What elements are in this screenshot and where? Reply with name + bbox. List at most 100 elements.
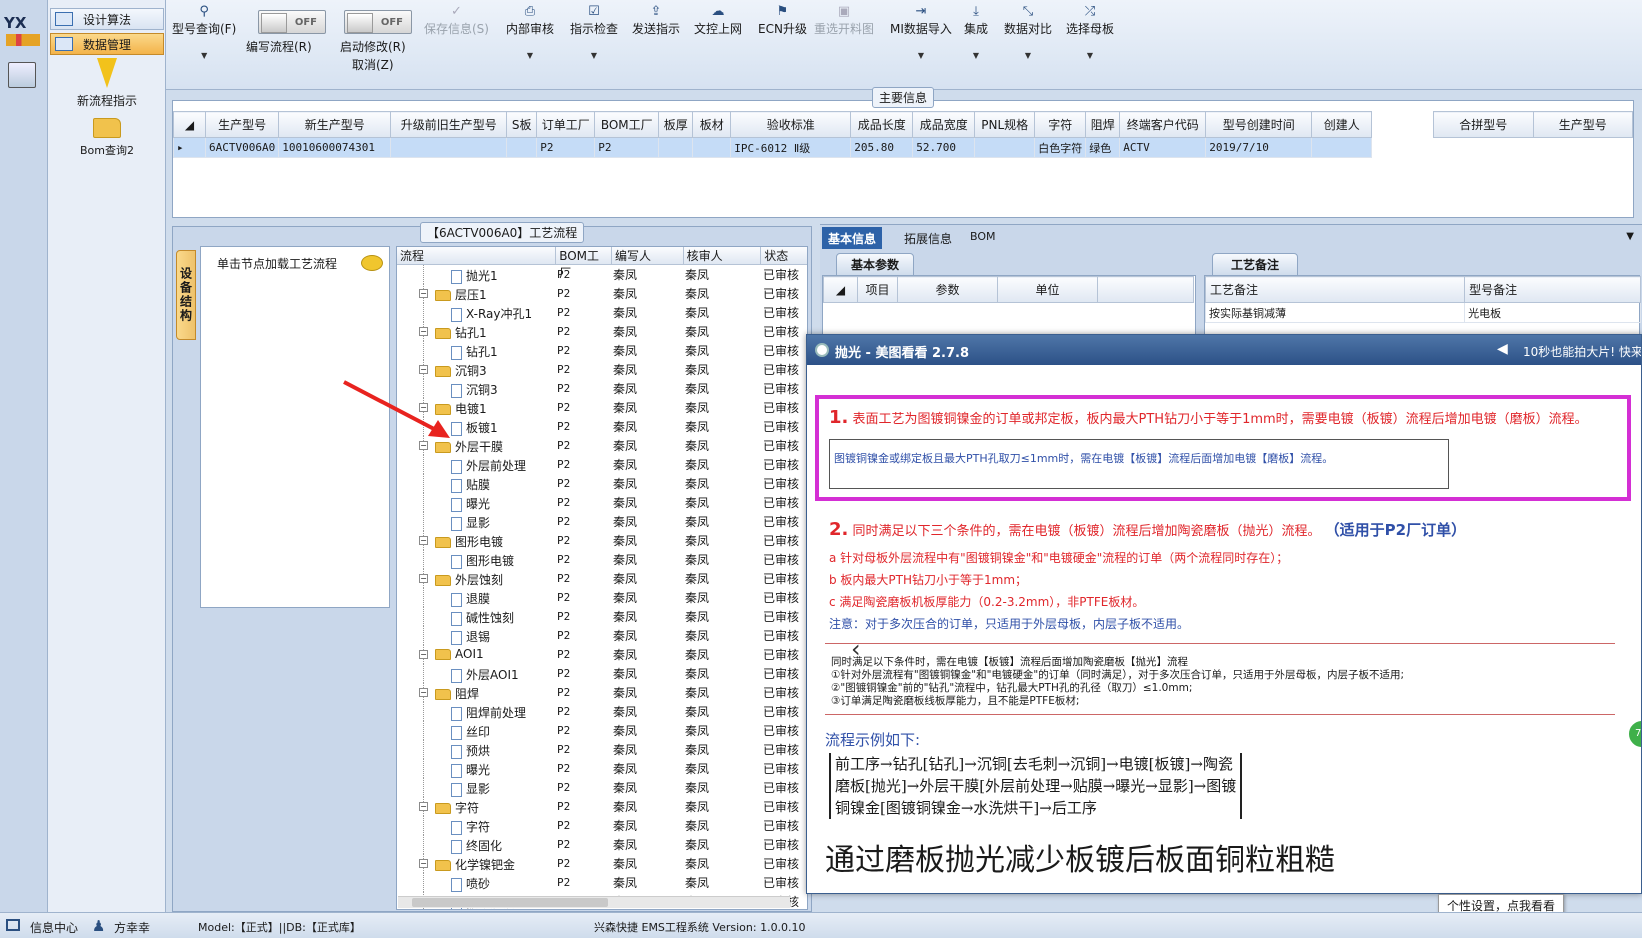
new-flow-instruction-tool[interactable]: 新流程指示: [52, 58, 162, 109]
tree-row[interactable]: 退锡 P2 秦凤 秦凤 已审核: [397, 626, 807, 645]
tree-row[interactable]: 终固化 P2 秦凤 秦凤 已审核: [397, 835, 807, 854]
reselect-layout-button[interactable]: ▣ 重选开料图: [814, 4, 874, 37]
col-header[interactable]: 生产型号: [204, 111, 280, 138]
tree-row[interactable]: 字符 P2 秦凤 秦凤 已审核: [397, 816, 807, 835]
mi-import-button[interactable]: ⇥ MI数据导入 ▼: [890, 4, 952, 60]
table-cell[interactable]: 白色字符: [1034, 137, 1087, 158]
calculator-icon[interactable]: [8, 62, 36, 88]
tree-row[interactable]: 显影 P2 秦凤 秦凤 已审核: [397, 512, 807, 531]
data-compare-button[interactable]: ⤡ 数据对比 ▼: [1004, 4, 1052, 60]
tree-row[interactable]: − 外层蚀刻 P2 秦凤 秦凤 已审核: [397, 569, 807, 588]
integrate-button[interactable]: ⤓ 集成 ▼: [964, 4, 988, 60]
col-header[interactable]: 成品宽度: [912, 111, 976, 138]
collapse-toggle[interactable]: −: [419, 289, 428, 298]
collapse-toggle[interactable]: −: [419, 802, 428, 811]
table-cell[interactable]: [506, 137, 538, 158]
col-header[interactable]: 型号创建时间: [1205, 111, 1313, 138]
load-flow-hint[interactable]: 单击节点加载工艺流程: [217, 255, 337, 272]
tree-row[interactable]: 抛光1 P2 秦凤 秦凤 已审核: [397, 265, 807, 284]
collapse-toggle[interactable]: −: [419, 536, 428, 545]
tree-row[interactable]: − 化学镍钯金 P2 秦凤 秦凤 已审核: [397, 854, 807, 873]
prev-image-button[interactable]: ‹: [851, 635, 861, 663]
tree-row[interactable]: 预烘 P2 秦凤 秦凤 已审核: [397, 740, 807, 759]
tree-row[interactable]: − 字符 P2 秦凤 秦凤 已审核: [397, 797, 807, 816]
equipment-structure-tab[interactable]: 设备结构: [176, 250, 196, 340]
viewer-ad-text[interactable]: 10秒也能拍大片! 快来: [1523, 343, 1641, 360]
tree-row[interactable]: − 阻焊 P2 秦凤 秦凤 已审核: [397, 683, 807, 702]
col-header[interactable]: 字符: [1034, 111, 1087, 138]
tree-row[interactable]: X-Ray冲孔1 P2 秦凤 秦凤 已审核: [397, 303, 807, 322]
tree-horizontal-scrollbar[interactable]: [398, 896, 790, 908]
col-header[interactable]: S板: [506, 111, 538, 138]
tree-row[interactable]: − 层压1 P2 秦凤 秦凤 已审核: [397, 284, 807, 303]
table-cell[interactable]: [974, 137, 1036, 158]
save-info-button[interactable]: ✓ 保存信息(S): [424, 4, 489, 37]
tree-row[interactable]: − 钻孔1 P2 秦凤 秦凤 已审核: [397, 322, 807, 341]
col-header[interactable]: 成品长度: [850, 111, 914, 138]
col-header[interactable]: 板厚: [658, 111, 694, 138]
model-query-button[interactable]: ⚲ 型号查询(F) ▼: [172, 4, 236, 60]
col-header[interactable]: BOM工厂: [594, 111, 660, 138]
info-center-label[interactable]: 信息中心: [30, 919, 78, 936]
table-cell[interactable]: [658, 137, 694, 158]
col-header[interactable]: 升级前旧生产型号: [390, 111, 508, 138]
col-header[interactable]: 验收标准: [730, 111, 852, 138]
table-cell[interactable]: P2: [594, 137, 660, 158]
select-mother-board-button[interactable]: ⤮ 选择母板 ▼: [1066, 4, 1114, 60]
tree-row[interactable]: 曝光 P2 秦凤 秦凤 已审核: [397, 493, 807, 512]
tree-row[interactable]: − AOI1 P2 秦凤 秦凤 已审核: [397, 645, 807, 664]
col-header[interactable]: 订单工厂: [536, 111, 596, 138]
table-cell[interactable]: [692, 137, 732, 158]
collapse-toggle[interactable]: −: [419, 859, 428, 868]
app-logo[interactable]: YX: [4, 14, 44, 50]
tree-row[interactable]: 丝印 P2 秦凤 秦凤 已审核: [397, 721, 807, 740]
col-header[interactable]: 板材: [692, 111, 732, 138]
table-cell[interactable]: 2019/7/10: [1205, 137, 1313, 158]
col-header[interactable]: 创建人: [1311, 111, 1373, 138]
table-cell[interactable]: IPC-6012 Ⅱ级: [730, 137, 852, 158]
table-cell[interactable]: 绿色: [1085, 137, 1121, 158]
internal-review-button[interactable]: ⎙ 内部审核 ▼: [506, 4, 554, 60]
tree-row[interactable]: 曝光 P2 秦凤 秦凤 已审核: [397, 759, 807, 778]
table-cell[interactable]: [390, 137, 508, 158]
table-cell[interactable]: P2: [536, 137, 596, 158]
collapse-toggle[interactable]: −: [419, 365, 428, 374]
document-upload-button[interactable]: ☁ 文控上网: [694, 4, 742, 37]
col-header[interactable]: 阻焊: [1085, 111, 1121, 138]
nav-item-design-algorithm[interactable]: 设计算法: [50, 8, 164, 30]
tree-row[interactable]: 阻焊前处理 P2 秦凤 秦凤 已审核: [397, 702, 807, 721]
table-cell[interactable]: 10010600074301: [278, 137, 392, 158]
tab-extended-info[interactable]: 拓展信息: [898, 227, 958, 249]
speaker-icon[interactable]: ◀: [1497, 341, 1508, 357]
ecn-upgrade-button[interactable]: ⚑ ECN升级: [758, 4, 807, 37]
col-header[interactable]: PNL规格: [974, 111, 1036, 138]
col-header[interactable]: 新生产型号: [278, 111, 392, 138]
table-cell[interactable]: 6ACTV006A0: [204, 137, 280, 158]
tree-row[interactable]: 退膜 P2 秦凤 秦凤 已审核: [397, 588, 807, 607]
send-instruction-button[interactable]: ⇪ 发送指示: [632, 4, 680, 37]
collapse-toggle[interactable]: −: [419, 650, 428, 659]
tab-bom[interactable]: BOM: [964, 227, 1002, 249]
viewer-titlebar[interactable]: 抛光 - 美图看看 2.7.8 ◀ 10秒也能拍大片! 快来: [807, 335, 1641, 365]
table-cell[interactable]: 52.700: [912, 137, 976, 158]
edit-flow-toggle[interactable]: OFF: [258, 10, 326, 34]
chevron-down-icon[interactable]: ▼: [1626, 231, 1634, 242]
collapse-toggle[interactable]: −: [419, 574, 428, 583]
col-header[interactable]: 终端客户代码: [1119, 111, 1207, 138]
scroll-thumb[interactable]: [412, 898, 608, 907]
collapse-toggle[interactable]: −: [419, 688, 428, 697]
collapse-toggle[interactable]: −: [419, 327, 428, 336]
tree-row[interactable]: 钻孔1 P2 秦凤 秦凤 已审核: [397, 341, 807, 360]
tree-row[interactable]: 外层AOI1 P2 秦凤 秦凤 已审核: [397, 664, 807, 683]
tree-row[interactable]: 喷砂 P2 秦凤 秦凤 已审核: [397, 873, 807, 892]
tree-row[interactable]: 贴膜 P2 秦凤 秦凤 已审核: [397, 474, 807, 493]
table-cell[interactable]: [1311, 137, 1373, 158]
nav-item-data-management[interactable]: 数据管理: [50, 33, 164, 55]
start-modify-toggle[interactable]: OFF: [344, 10, 412, 34]
tree-row[interactable]: − 图形电镀 P2 秦凤 秦凤 已审核: [397, 531, 807, 550]
table-cell[interactable]: 205.80: [850, 137, 914, 158]
craft-note-cell[interactable]: 按实际基铜减薄: [1204, 302, 1466, 323]
tab-basic-info[interactable]: 基本信息: [822, 227, 883, 249]
model-note-cell[interactable]: 光电板: [1464, 302, 1641, 323]
cancel-button[interactable]: 取消(Z): [352, 56, 394, 73]
